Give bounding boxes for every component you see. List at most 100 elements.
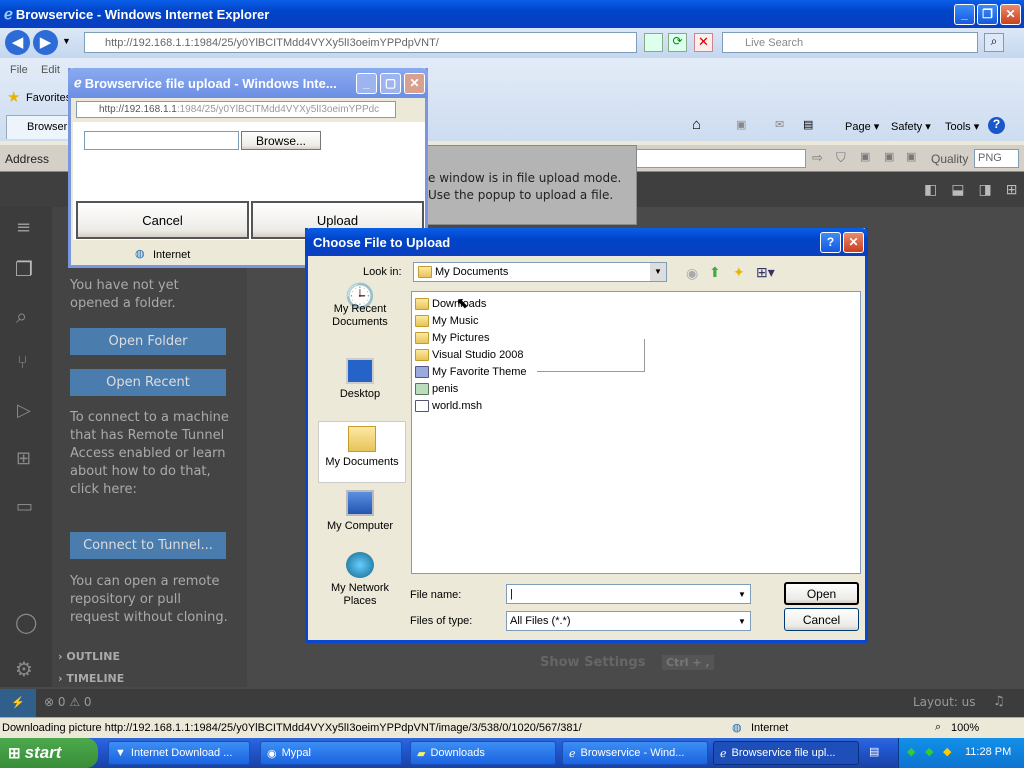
back-folder-icon[interactable]: ◉ bbox=[686, 265, 698, 282]
file-list[interactable]: Downloads My Music My Pictures Visual St… bbox=[411, 291, 861, 574]
paste-icon[interactable]: ▣ bbox=[906, 150, 916, 163]
place-network[interactable]: My Network Places bbox=[316, 552, 404, 614]
popup-url-bar[interactable]: http://192.168.1.1:1984/25/y0YlBCITMdd4V… bbox=[76, 101, 396, 118]
page-menu[interactable]: Page ▾ bbox=[845, 120, 879, 133]
ie-address-bar[interactable]: http://192.168.1.1:1984/25/y0YlBCITMdd4V… bbox=[84, 32, 637, 53]
place-my-computer[interactable]: My Computer bbox=[316, 490, 404, 540]
menu-file[interactable]: File bbox=[10, 64, 28, 76]
accounts-icon[interactable]: ◯ bbox=[15, 610, 37, 634]
zoom-icon[interactable]: ⌕ bbox=[935, 721, 941, 734]
close-button[interactable]: ✕ bbox=[1000, 3, 1021, 25]
taskbar-button-browservice[interactable]: ℯ Browservice - Wind... bbox=[562, 741, 708, 765]
place-desktop[interactable]: Desktop bbox=[316, 358, 404, 408]
home-icon[interactable]: ⌂ bbox=[692, 116, 701, 133]
menu-edit[interactable]: Edit bbox=[41, 64, 60, 76]
open-recent-button[interactable]: Open Recent bbox=[70, 369, 226, 396]
error-count[interactable]: ⊗ 0 ⚠ 0 bbox=[44, 695, 92, 709]
menu-icon[interactable]: ≡ bbox=[16, 217, 31, 238]
dialog-close-button[interactable]: ✕ bbox=[843, 231, 864, 253]
taskbar-button-mypal[interactable]: ◉ Mypal bbox=[260, 741, 402, 765]
toggle-panel-icon[interactable]: ⬓ bbox=[951, 181, 964, 198]
settings-gear-icon[interactable]: ⚙ bbox=[15, 657, 33, 681]
tray-icon[interactable]: ◆ bbox=[943, 745, 951, 758]
file-name-dropdown-icon[interactable]: ▼ bbox=[734, 590, 750, 599]
remote-indicator[interactable]: ⚡ bbox=[0, 689, 36, 717]
views-menu-icon[interactable]: ⊞▾ bbox=[756, 264, 775, 281]
feeds-icon[interactable]: ▣ bbox=[736, 118, 746, 131]
place-my-documents[interactable]: My Documents bbox=[318, 421, 406, 483]
history-dropdown-icon[interactable]: ▼ bbox=[62, 36, 71, 46]
remote-explorer-icon[interactable]: ▭ bbox=[16, 496, 33, 517]
open-button[interactable]: Open bbox=[784, 582, 859, 605]
safety-menu[interactable]: Safety ▾ bbox=[891, 120, 931, 133]
toggle-secondary-sidebar-icon[interactable]: ◨ bbox=[978, 181, 991, 198]
forward-button[interactable]: ▶ bbox=[33, 30, 58, 55]
browse-button[interactable]: Browse... bbox=[241, 131, 321, 150]
explorer-icon[interactable]: ❐ bbox=[15, 257, 33, 281]
save-icon[interactable]: ▣ bbox=[860, 150, 870, 163]
browservice-address-field[interactable] bbox=[636, 149, 806, 168]
dialog-help-button[interactable]: ? bbox=[820, 231, 841, 253]
file-name-input[interactable]: | ▼ bbox=[506, 584, 751, 604]
go-arrow-icon[interactable]: ⇨ bbox=[812, 150, 823, 166]
quality-select[interactable]: PNG bbox=[974, 149, 1019, 168]
list-item[interactable]: penis bbox=[415, 380, 857, 397]
taskbar-button-downloads[interactable]: ▰ Downloads bbox=[410, 741, 556, 765]
stop-icon[interactable]: ✕ bbox=[694, 33, 713, 52]
zoom-level[interactable]: 100% bbox=[951, 722, 979, 734]
new-folder-icon[interactable]: ✦ bbox=[733, 264, 745, 281]
search-activity-icon[interactable]: ⌕ bbox=[16, 304, 27, 328]
list-item[interactable]: My Music bbox=[415, 312, 857, 329]
copy-icon[interactable]: ▣ bbox=[884, 150, 894, 163]
timeline-section[interactable]: › TIMELINE bbox=[58, 672, 124, 685]
ie-tab-label: Browser bbox=[27, 121, 68, 133]
restore-button[interactable]: ❐ bbox=[977, 3, 998, 25]
favorites-label[interactable]: Favorites bbox=[26, 92, 71, 104]
bookmark-icon[interactable]: ⛉ bbox=[836, 150, 846, 166]
ie-tab[interactable]: Browser bbox=[6, 115, 74, 139]
customize-layout-icon[interactable]: ⊞ bbox=[1006, 181, 1018, 198]
favorites-star-icon[interactable]: ★ bbox=[7, 88, 20, 106]
popup-close-button[interactable]: ✕ bbox=[404, 72, 425, 94]
quick-launch-icon[interactable]: ▤ bbox=[869, 745, 879, 758]
notifications-bell-icon[interactable]: ♫ bbox=[993, 694, 1005, 709]
list-item[interactable]: Downloads bbox=[415, 295, 857, 312]
compat-icon[interactable] bbox=[644, 33, 663, 52]
taskbar-button-download[interactable]: ▼ Internet Download ... bbox=[108, 741, 250, 765]
files-of-type-dropdown-icon[interactable]: ▼ bbox=[734, 617, 750, 626]
file-path-input[interactable] bbox=[84, 131, 239, 150]
place-recent-documents[interactable]: 🕒 My Recent Documents bbox=[316, 285, 404, 352]
popup-maximize-button[interactable]: ▢ bbox=[380, 72, 401, 94]
minimize-button[interactable]: _ bbox=[954, 3, 975, 25]
search-icon[interactable]: ⌕ bbox=[984, 33, 1004, 52]
print-icon[interactable]: ▤ bbox=[803, 118, 813, 131]
dialog-cancel-button[interactable]: Cancel bbox=[784, 608, 859, 631]
refresh-icon[interactable]: ⟳ bbox=[668, 33, 687, 52]
look-in-dropdown-icon[interactable]: ▼ bbox=[650, 263, 666, 281]
file-name: My Favorite Theme bbox=[432, 365, 527, 378]
outline-section[interactable]: › OUTLINE bbox=[58, 650, 120, 663]
toggle-primary-sidebar-icon[interactable]: ◧ bbox=[924, 181, 937, 198]
up-folder-icon[interactable]: ⬆ bbox=[709, 264, 721, 281]
dialog-title: Choose File to Upload bbox=[313, 234, 451, 250]
extensions-icon[interactable]: ⊞ bbox=[16, 448, 31, 469]
list-item[interactable]: world.msh bbox=[415, 397, 857, 414]
taskbar-button-upload[interactable]: ℯ Browservice file upl... bbox=[713, 741, 859, 765]
files-of-type-select[interactable]: All Files (*.*) ▼ bbox=[506, 611, 751, 631]
mail-icon[interactable]: ✉ bbox=[775, 118, 784, 131]
source-control-icon[interactable]: ⑂ bbox=[17, 352, 28, 373]
layout-indicator[interactable]: Layout: us bbox=[913, 695, 976, 709]
popup-cancel-button[interactable]: Cancel bbox=[76, 201, 249, 239]
start-button[interactable]: ⊞ start bbox=[0, 738, 98, 768]
connect-tunnel-button[interactable]: Connect to Tunnel... bbox=[70, 532, 226, 559]
tray-icon[interactable]: ◆ bbox=[907, 745, 915, 758]
open-folder-button[interactable]: Open Folder bbox=[70, 328, 226, 355]
help-icon[interactable]: ? bbox=[988, 117, 1005, 134]
popup-minimize-button[interactable]: _ bbox=[356, 72, 377, 94]
run-debug-icon[interactable]: ▷ bbox=[17, 400, 31, 421]
look-in-select[interactable]: My Documents ▼ bbox=[413, 262, 667, 282]
tools-menu[interactable]: Tools ▾ bbox=[945, 120, 979, 133]
tray-icon[interactable]: ◆ bbox=[925, 745, 933, 758]
live-search-input[interactable]: Live Search bbox=[722, 32, 978, 53]
back-button[interactable]: ◀ bbox=[5, 30, 30, 55]
